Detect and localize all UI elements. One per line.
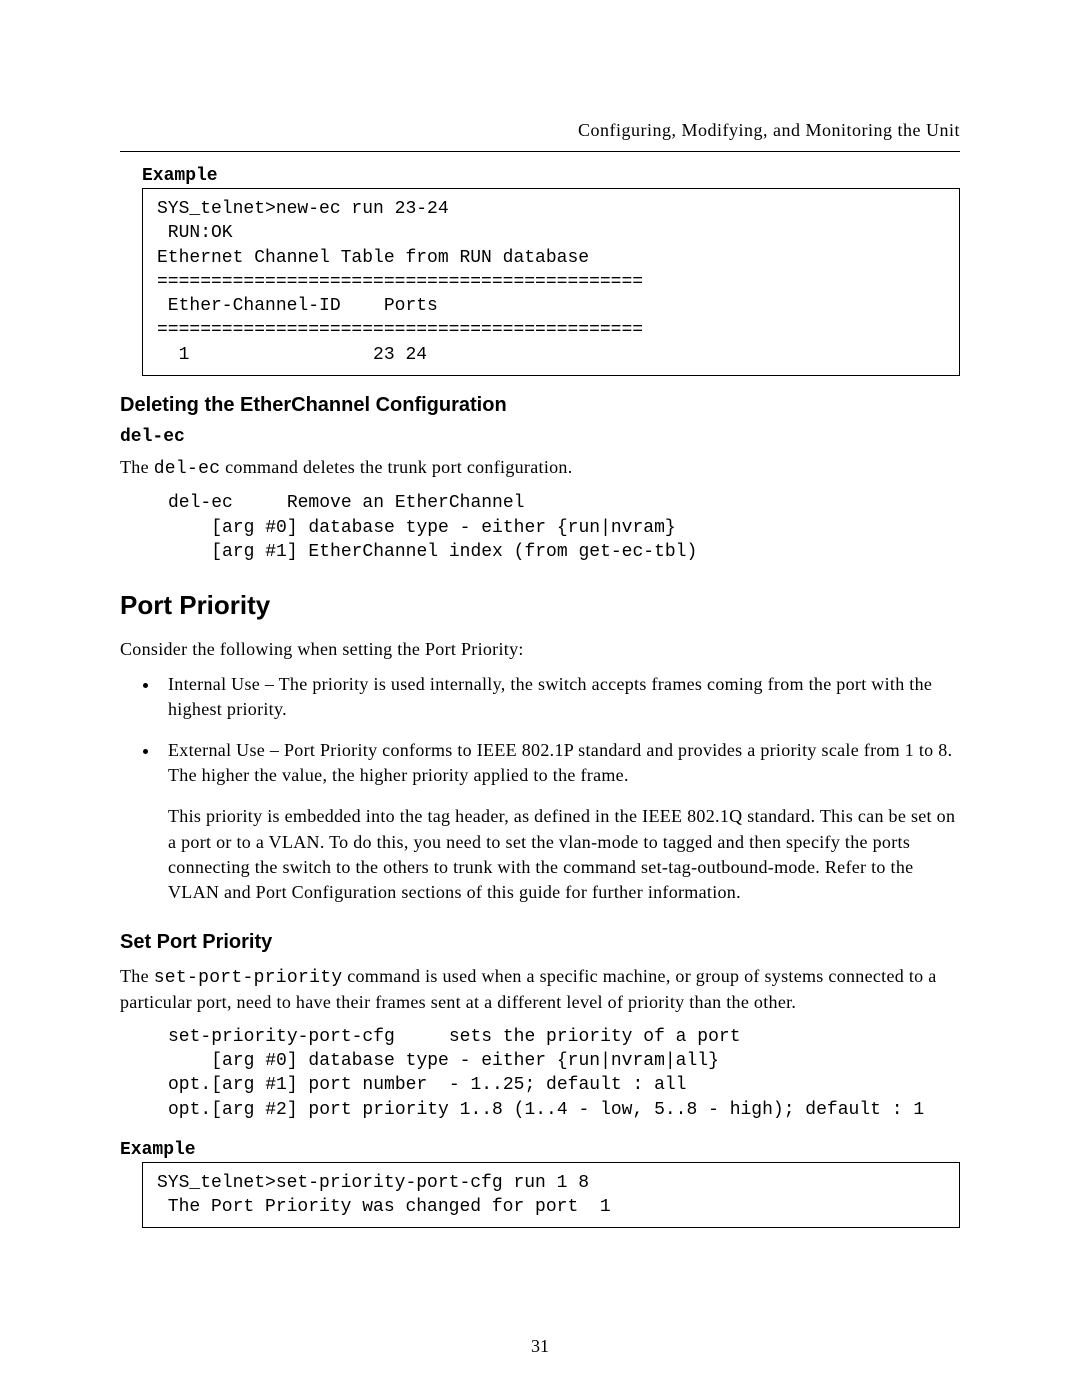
section-port-priority: Port Priority <box>120 590 960 621</box>
port-priority-bullets: Internal Use – The priority is used inte… <box>120 672 960 789</box>
subsection-set-port-priority: Set Port Priority <box>120 931 960 954</box>
example-label-2: Example <box>120 1140 960 1160</box>
del-ec-description: The del-ec command deletes the trunk por… <box>120 455 960 481</box>
example-code-1: SYS_telnet>new-ec run 23-24 RUN:OK Ether… <box>142 188 960 376</box>
set-port-priority-description: The set-port-priority command is used wh… <box>120 964 960 1015</box>
set-port-priority-syntax: set-priority-port-cfg sets the priority … <box>168 1025 960 1122</box>
inline-cmd-set-port-priority: set-port-priority <box>154 968 343 988</box>
text-span: The <box>120 457 154 477</box>
port-priority-intro: Consider the following when setting the … <box>120 637 960 661</box>
command-name-del-ec: del-ec <box>120 427 960 447</box>
subsection-deleting-etherchannel: Deleting the EtherChannel Configuration <box>120 394 960 417</box>
inline-cmd-del-ec: del-ec <box>154 459 221 479</box>
port-priority-extra: This priority is embedded into the tag h… <box>168 804 960 905</box>
text-span: The <box>120 966 154 986</box>
list-item: Internal Use – The priority is used inte… <box>160 672 960 722</box>
text-span: command deletes the trunk port configura… <box>220 457 572 477</box>
del-ec-syntax: del-ec Remove an EtherChannel [arg #0] d… <box>168 491 960 564</box>
example-code-2: SYS_telnet>set-priority-port-cfg run 1 8… <box>142 1162 960 1229</box>
example-label-1: Example <box>142 166 960 186</box>
list-item: External Use – Port Priority conforms to… <box>160 738 960 788</box>
running-header: Configuring, Modifying, and Monitoring t… <box>120 120 960 152</box>
page-container: Configuring, Modifying, and Monitoring t… <box>0 0 1080 1397</box>
page-number: 31 <box>0 1336 1080 1357</box>
